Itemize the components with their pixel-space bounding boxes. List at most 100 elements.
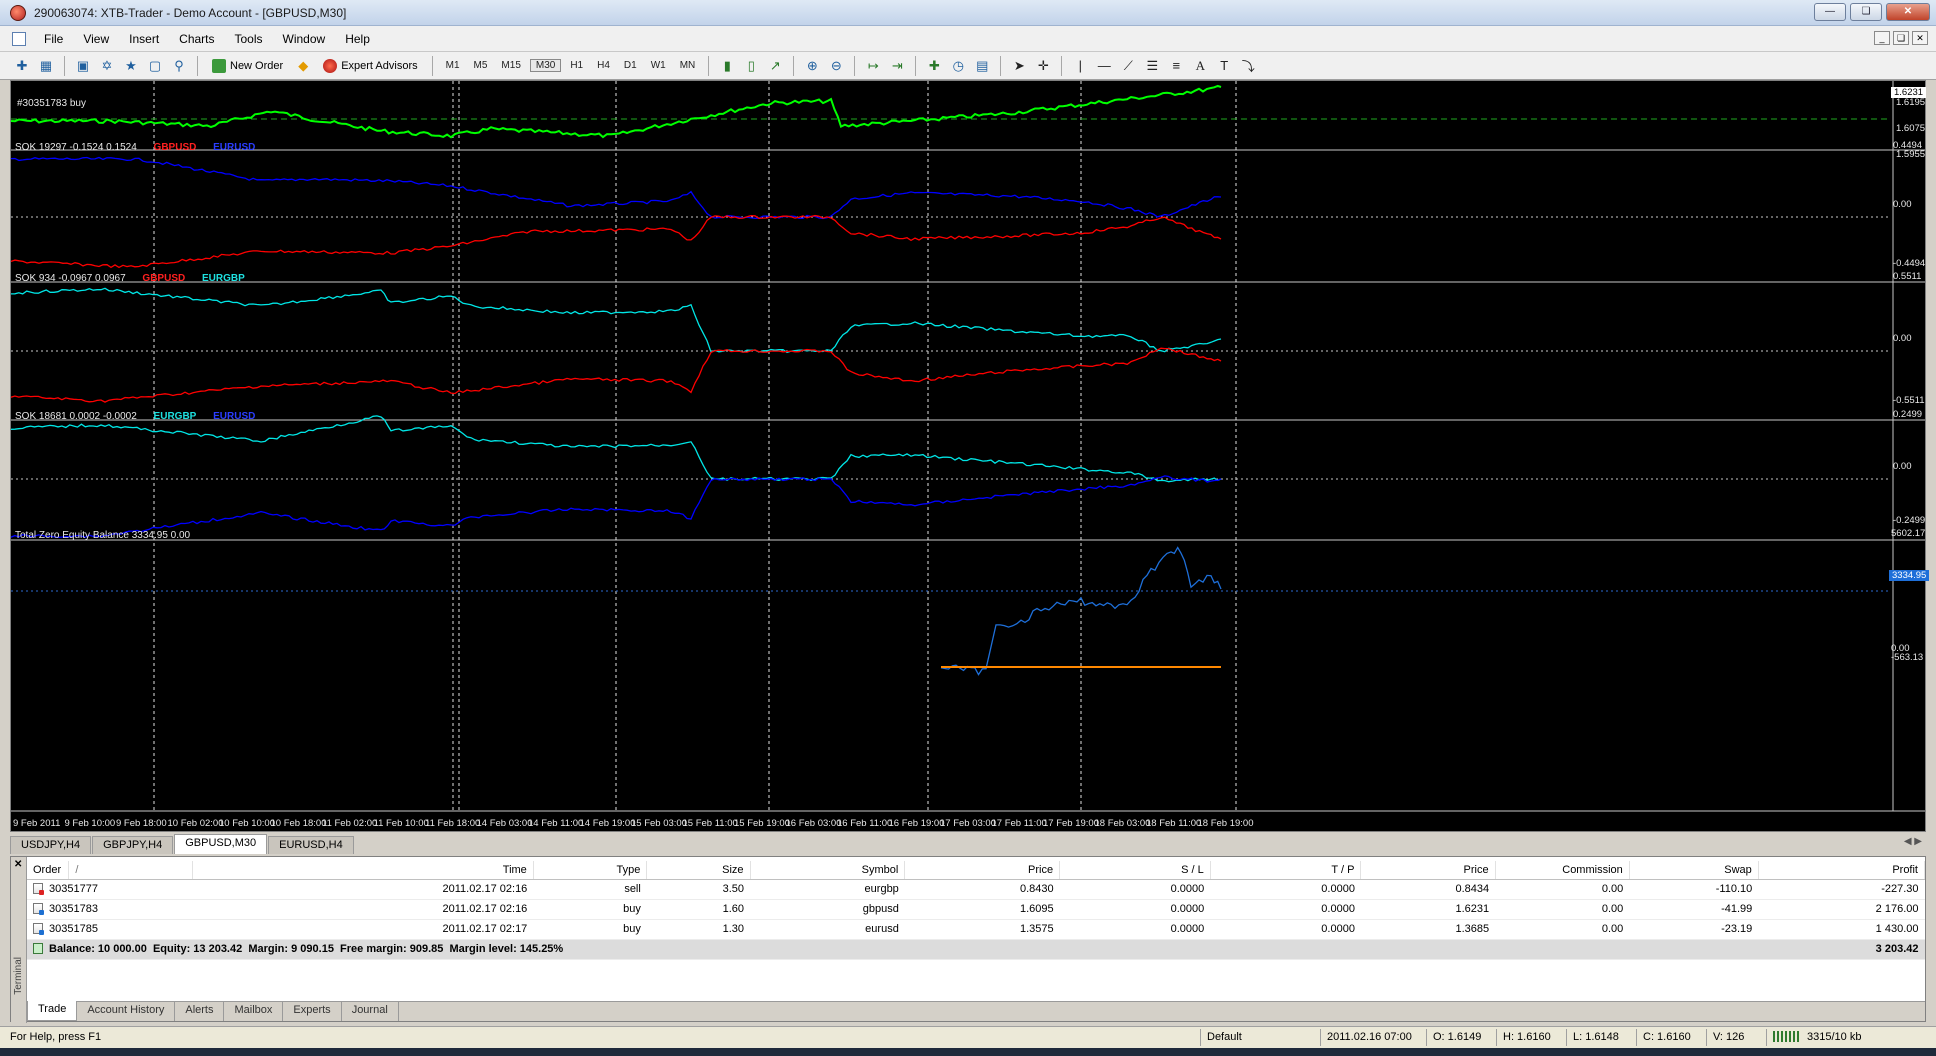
autotrading-warning-icon[interactable]: ◆	[293, 56, 313, 76]
pane5-axis-tick: 5602.17	[1891, 528, 1926, 539]
col-price[interactable]: Price	[904, 861, 1061, 880]
menu-insert[interactable]: Insert	[119, 32, 169, 46]
tab-experts[interactable]: Experts	[283, 1002, 342, 1021]
pane3-axis-tick: 0.5511	[1893, 271, 1922, 282]
profiles-icon[interactable]: ▦	[36, 56, 56, 76]
order-open-price: 1.6095	[904, 899, 1060, 920]
time-axis-label: 18 Feb 19:00	[1197, 818, 1254, 829]
tab-alerts[interactable]: Alerts	[175, 1002, 225, 1021]
chart-tab-eurusd[interactable]: EURUSD,H4	[268, 836, 354, 854]
timeframe-h1-button[interactable]: H1	[565, 60, 588, 71]
equidistant-channel-icon[interactable]: ☰	[1142, 56, 1162, 76]
timeframe-m5-button[interactable]: M5	[469, 60, 493, 71]
col-profit[interactable]: Profit	[1758, 861, 1926, 880]
templates-icon[interactable]: ▤	[972, 56, 992, 76]
tab-journal[interactable]: Journal	[342, 1002, 399, 1021]
candlestick-icon[interactable]: ▯	[741, 56, 761, 76]
balance-icon	[33, 943, 43, 954]
minimize-button[interactable]: —	[1814, 3, 1846, 21]
crosshair-icon[interactable]: ✛	[1033, 56, 1053, 76]
bar-chart-icon[interactable]: ▮	[717, 56, 737, 76]
order-row[interactable]: 30351785 2011.02.17 02:17 buy 1.30 eurus…	[27, 919, 1925, 940]
terminal-window-icon[interactable]: ▢	[145, 56, 165, 76]
col-size[interactable]: Size	[646, 861, 751, 880]
timeframe-m30-button[interactable]: M30	[529, 59, 562, 72]
close-terminal-icon[interactable]: ✕	[14, 859, 22, 870]
zoom-out-icon[interactable]: ⊖	[826, 56, 846, 76]
expert-advisors-button[interactable]: Expert Advisors	[317, 55, 423, 77]
tab-mailbox[interactable]: Mailbox	[224, 1002, 284, 1021]
col-commission[interactable]: Commission	[1495, 861, 1630, 880]
col-time[interactable]: Time	[192, 861, 534, 880]
chart-tab-usdjpy[interactable]: USDJPY,H4	[10, 836, 92, 854]
timeframe-h4-button[interactable]: H4	[592, 60, 615, 71]
order-commission: 0.00	[1495, 919, 1630, 940]
pane4-axis-tick: 0.00	[1893, 461, 1912, 472]
tab-scroll-arrows-icon[interactable]: ◀ ▶	[1904, 836, 1922, 847]
order-profit: 1 430.00	[1758, 919, 1925, 940]
menu-view[interactable]: View	[73, 32, 119, 46]
order-row[interactable]: 30351783 2011.02.17 02:16 buy 1.60 gbpus…	[27, 899, 1925, 920]
chart-canvas[interactable]	[11, 81, 1925, 831]
col-sort-indicator[interactable]: /	[68, 861, 194, 880]
timeframe-m15-button[interactable]: M15	[496, 60, 525, 71]
text-label-icon[interactable]: T	[1214, 56, 1234, 76]
order-current-price: 1.6231	[1360, 899, 1496, 920]
vertical-line-icon[interactable]: |	[1070, 56, 1090, 76]
col-current-price[interactable]: Price	[1360, 861, 1496, 880]
close-button[interactable]: ✕	[1886, 3, 1930, 21]
menu-charts[interactable]: Charts	[169, 32, 224, 46]
col-tp[interactable]: T / P	[1210, 861, 1362, 880]
current-price-tag: 1.6231	[1891, 87, 1927, 98]
status-bar: For Help, press F1 Default 2011.02.16 07…	[0, 1026, 1936, 1048]
arrows-tool-icon[interactable]: ⤵	[1238, 56, 1258, 76]
tab-account-history[interactable]: Account History	[77, 1002, 176, 1021]
line-chart-icon[interactable]: ↗	[765, 56, 785, 76]
col-swap[interactable]: Swap	[1629, 861, 1759, 880]
mdi-minimize-button[interactable]: _	[1874, 31, 1890, 45]
zoom-in-icon[interactable]: ⊕	[802, 56, 822, 76]
col-type[interactable]: Type	[533, 861, 648, 880]
favorites-icon[interactable]: ★	[121, 56, 141, 76]
new-chart-icon[interactable]: ✚	[12, 56, 32, 76]
col-order[interactable]: Order	[27, 861, 70, 880]
chart-window[interactable]: #30351783 buy 1.6195 1.6075 1.5955 1.623…	[10, 80, 1930, 832]
periods-icon[interactable]: ◷	[948, 56, 968, 76]
status-connection[interactable]: 3315/10 kb	[1766, 1029, 1926, 1046]
timeframe-m1-button[interactable]: M1	[441, 60, 465, 71]
chart-tab-gbpusd[interactable]: GBPUSD,M30	[174, 834, 268, 854]
chart-doc-icon[interactable]	[12, 31, 26, 46]
chart-tab-gbpjpy[interactable]: GBPJPY,H4	[92, 836, 174, 854]
timeframe-d1-button[interactable]: D1	[619, 60, 642, 71]
market-watch-icon[interactable]: ▣	[73, 56, 93, 76]
navigator-icon[interactable]: ✡	[97, 56, 117, 76]
col-symbol[interactable]: Symbol	[750, 861, 906, 880]
tab-trade[interactable]: Trade	[27, 1001, 78, 1021]
strategy-tester-icon[interactable]: ⚲	[169, 56, 189, 76]
col-sl[interactable]: S / L	[1059, 861, 1211, 880]
timeframe-w1-button[interactable]: W1	[646, 60, 671, 71]
autoscroll-icon[interactable]: ↦	[863, 56, 883, 76]
cursor-icon[interactable]: ➤	[1009, 56, 1029, 76]
mdi-restore-button[interactable]: ❏	[1893, 31, 1909, 45]
app-logo-icon	[10, 4, 26, 21]
menu-window[interactable]: Window	[273, 32, 336, 46]
new-order-button[interactable]: New Order	[206, 55, 289, 77]
chart-shift-icon[interactable]: ⇥	[887, 56, 907, 76]
indicators-icon[interactable]: ✚	[924, 56, 944, 76]
mdi-close-button[interactable]: ✕	[1912, 31, 1928, 45]
expert-advisors-icon	[323, 58, 338, 73]
terminal-panel: ✕ Terminal Order / Time Type Size Symbol…	[10, 856, 1926, 1023]
horizontal-line-icon[interactable]: —	[1094, 56, 1114, 76]
order-row[interactable]: 30351777 2011.02.17 02:16 sell 3.50 eurg…	[27, 879, 1925, 900]
restore-button[interactable]: ❏	[1850, 3, 1882, 21]
timeframe-mn-button[interactable]: MN	[675, 60, 701, 71]
fibonacci-icon[interactable]: ≡	[1166, 56, 1186, 76]
status-profile[interactable]: Default	[1200, 1029, 1320, 1046]
trendline-icon[interactable]: ⟋	[1118, 56, 1138, 76]
menu-tools[interactable]: Tools	[225, 32, 273, 46]
menu-help[interactable]: Help	[335, 32, 380, 46]
time-axis-label: 15 Feb 19:00	[734, 818, 790, 829]
menu-file[interactable]: File	[34, 32, 73, 46]
text-tool-icon[interactable]: A	[1190, 56, 1210, 76]
